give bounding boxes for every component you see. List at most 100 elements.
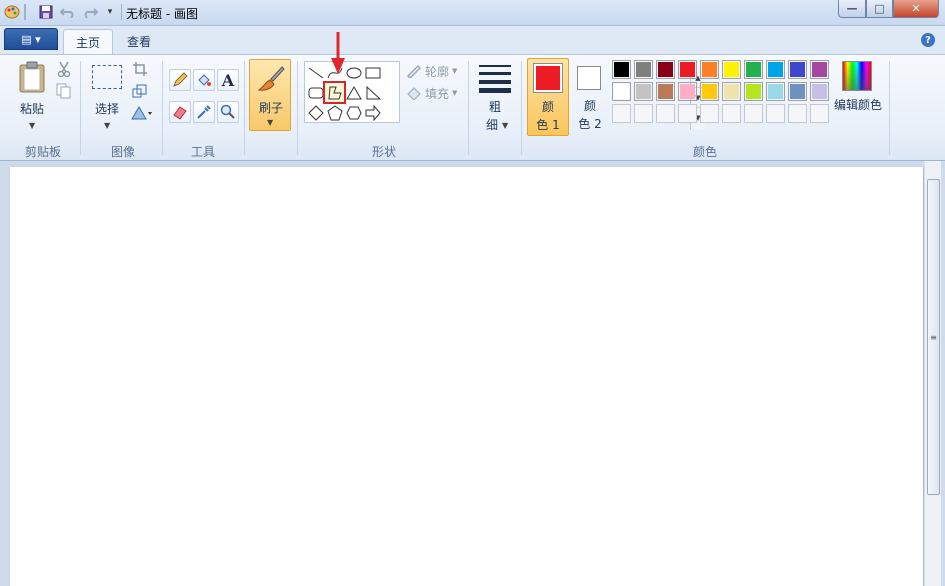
resize-icon[interactable] <box>132 83 148 99</box>
copy-icon[interactable] <box>56 83 72 99</box>
chevron-down-icon: ▼ <box>452 89 458 97</box>
vertical-scrollbar[interactable]: ≡ <box>924 161 941 586</box>
palette-swatch[interactable] <box>678 104 697 123</box>
group-separator <box>244 61 245 155</box>
palette-swatch[interactable] <box>612 104 631 123</box>
maximize-button[interactable]: □ <box>866 0 893 18</box>
customize-qat-icon[interactable]: ▾ <box>102 4 118 20</box>
palette-swatch[interactable] <box>744 104 763 123</box>
shape-right-arrow[interactable] <box>363 103 382 122</box>
shape-hexagon[interactable] <box>344 103 363 122</box>
palette-swatch-fill <box>790 62 805 77</box>
palette-swatch[interactable] <box>656 60 675 79</box>
shape-rectangle[interactable] <box>363 63 382 82</box>
eraser-tool[interactable] <box>169 101 191 123</box>
palette-swatch[interactable] <box>788 82 807 101</box>
redo-icon[interactable] <box>82 4 98 20</box>
palette-swatch[interactable] <box>678 82 697 101</box>
save-icon[interactable] <box>38 4 54 20</box>
ribbon: 粘贴 ▼ 剪贴板 选择 ▼ 图像 A 工具 刷子 ▼ ▲ ▼ ▼ 轮廓 ▼ 填充… <box>0 54 945 161</box>
minimize-button[interactable]: — <box>838 0 866 18</box>
rainbow-icon <box>842 61 872 91</box>
palette-swatch-fill <box>702 84 717 99</box>
chevron-down-icon: ▼ <box>502 121 509 130</box>
paste-label: 粘贴 <box>19 102 44 116</box>
palette-swatch[interactable] <box>788 104 807 123</box>
palette-swatch[interactable] <box>744 82 763 101</box>
color2-button[interactable]: 颜 色 2 <box>569 58 611 136</box>
fill-icon <box>407 87 421 100</box>
palette-swatch[interactable] <box>810 82 829 101</box>
palette-swatch[interactable] <box>634 82 653 101</box>
crop-icon[interactable] <box>132 61 148 77</box>
color1-label-line1: 颜 <box>541 100 554 114</box>
scrollbar-thumb[interactable]: ≡ <box>927 179 940 495</box>
text-tool[interactable]: A <box>217 69 239 91</box>
shape-triangle[interactable] <box>344 83 363 102</box>
select-button[interactable]: 选择 ▼ <box>88 59 126 139</box>
shape-right-triangle[interactable] <box>363 83 382 102</box>
size-label-line2: 细 <box>485 118 498 132</box>
drawing-canvas[interactable] <box>10 167 923 586</box>
palette-swatch[interactable] <box>700 104 719 123</box>
paint-app-icon[interactable] <box>4 4 20 20</box>
color-picker-tool[interactable] <box>193 101 215 123</box>
shape-rounded-rectangle[interactable] <box>306 83 325 102</box>
cut-icon[interactable] <box>56 61 72 78</box>
palette-swatch[interactable] <box>788 60 807 79</box>
palette-swatch[interactable] <box>700 82 719 101</box>
palette-swatch[interactable] <box>634 60 653 79</box>
palette-swatch[interactable] <box>656 104 675 123</box>
shape-oval[interactable] <box>344 63 363 82</box>
palette-swatch[interactable] <box>612 82 631 101</box>
palette-swatch[interactable] <box>744 60 763 79</box>
app-menu-button[interactable]: ▤ ▾ <box>4 28 58 50</box>
color1-button[interactable]: 颜 色 1 <box>527 58 569 136</box>
close-button[interactable]: ✕ <box>893 0 939 18</box>
palette-swatch[interactable] <box>810 104 829 123</box>
palette-swatch[interactable] <box>766 60 785 79</box>
edit-colors-button[interactable]: 编辑颜色 <box>834 59 882 119</box>
color2-swatch <box>577 66 601 90</box>
palette-swatch[interactable] <box>678 60 697 79</box>
tab-home[interactable]: 主页 <box>63 29 114 54</box>
rotate-icon[interactable] <box>130 105 156 121</box>
palette-swatch[interactable] <box>722 82 741 101</box>
pencil-tool[interactable] <box>169 69 191 91</box>
shape-pentagon[interactable] <box>325 103 344 122</box>
palette-swatch-fill <box>614 84 629 99</box>
select-label: 选择 <box>94 102 119 116</box>
palette-swatch[interactable] <box>810 60 829 79</box>
fill-button[interactable]: 填充 ▼ <box>406 85 462 101</box>
palette-swatch[interactable] <box>612 60 631 79</box>
shape-diamond[interactable] <box>306 103 325 122</box>
palette-swatch-fill <box>746 84 761 99</box>
palette-swatch[interactable] <box>766 104 785 123</box>
color-palette <box>612 60 832 126</box>
magnifier-tool[interactable] <box>217 101 239 123</box>
palette-swatch-fill <box>724 62 739 77</box>
palette-swatch-fill <box>680 84 695 99</box>
shape-line[interactable] <box>306 63 325 82</box>
palette-swatch[interactable] <box>722 104 741 123</box>
tab-view[interactable]: 查看 <box>115 29 163 54</box>
outline-button[interactable]: 轮廓 ▼ <box>406 63 462 79</box>
palette-swatch[interactable] <box>634 104 653 123</box>
brushes-label: 刷子 <box>258 101 283 115</box>
chevron-down-icon: ▼ <box>452 67 458 75</box>
palette-swatch[interactable] <box>722 60 741 79</box>
group-separator <box>468 61 469 155</box>
palette-swatch[interactable] <box>656 82 675 101</box>
brushes-button[interactable]: 刷子 ▼ <box>249 59 291 131</box>
size-button[interactable]: 粗 细 ▼ <box>474 59 516 137</box>
color2-label-line1: 颜 <box>583 99 596 113</box>
shape-polygon[interactable] <box>323 81 346 104</box>
paste-button[interactable]: 粘贴 ▼ <box>14 59 50 139</box>
undo-icon[interactable] <box>60 4 76 20</box>
palette-swatch[interactable] <box>700 60 719 79</box>
fill-tool[interactable] <box>193 69 215 91</box>
qat-divider <box>24 4 26 20</box>
color2-label-line2: 色 2 <box>578 117 602 131</box>
palette-swatch[interactable] <box>766 82 785 101</box>
help-icon[interactable]: ? <box>921 33 935 47</box>
